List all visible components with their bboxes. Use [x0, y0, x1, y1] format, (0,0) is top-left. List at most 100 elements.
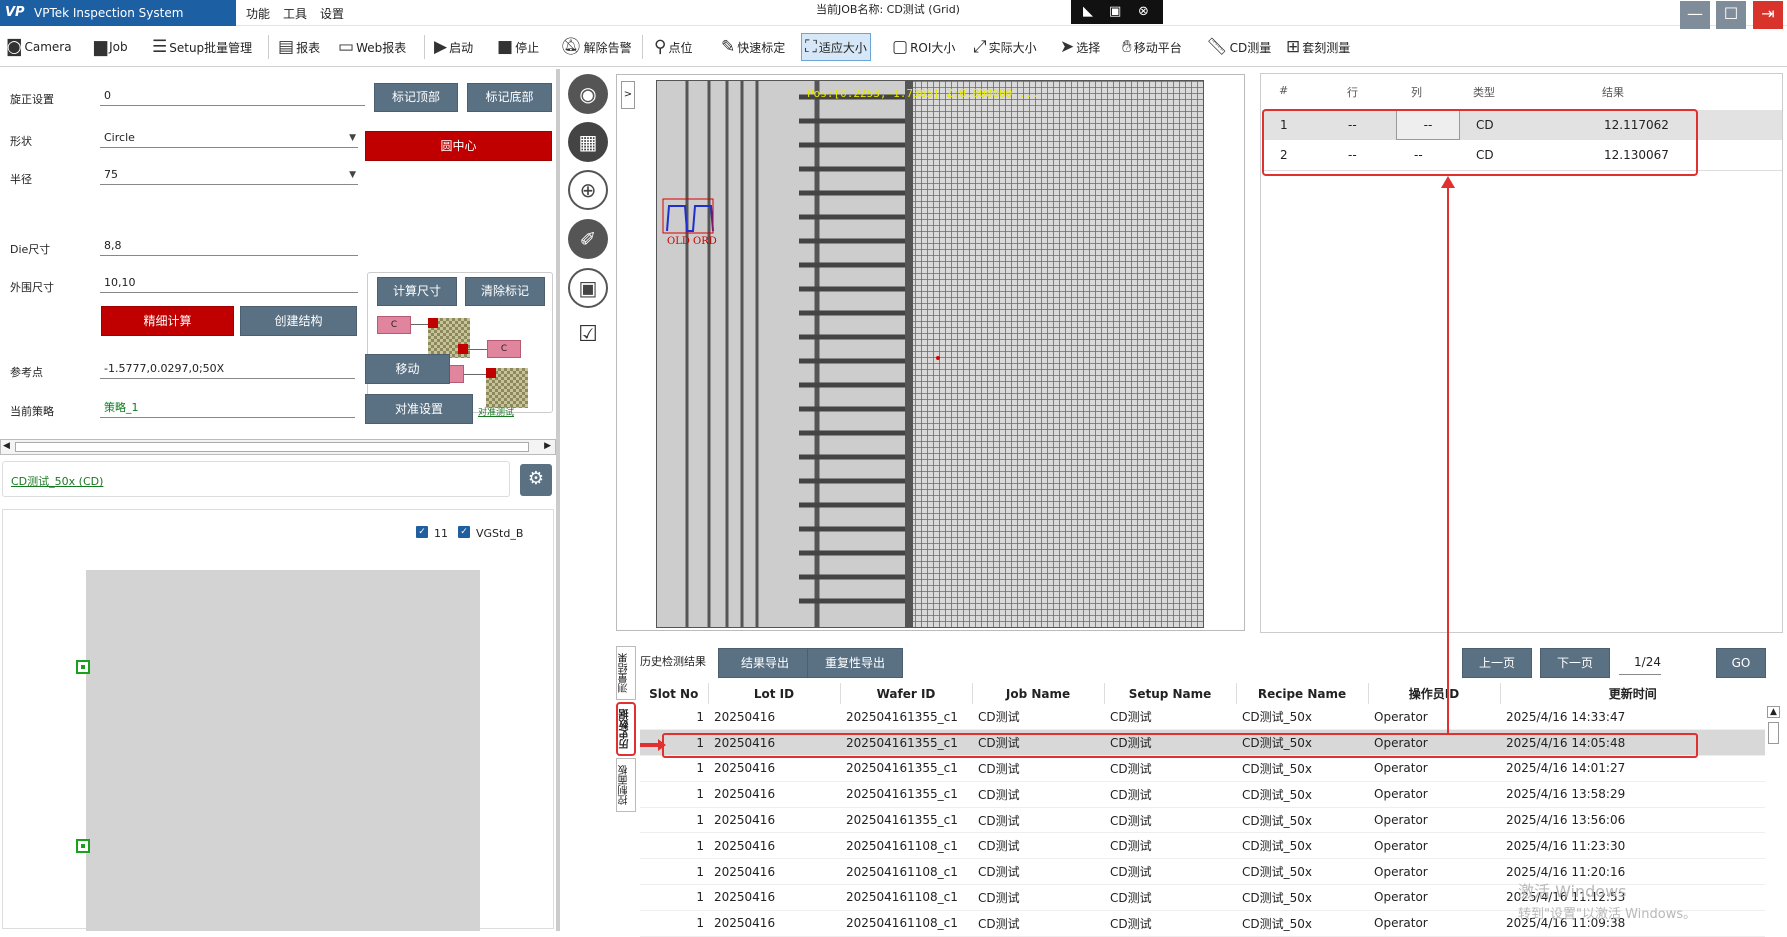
menu-tools[interactable]: 工具	[283, 5, 307, 22]
outer-size-input[interactable]: 10,10	[100, 273, 358, 293]
image-icon[interactable]: ▣	[568, 268, 608, 308]
job-button[interactable]: ▆ Job	[94, 33, 128, 61]
table-cell: 1	[640, 781, 708, 808]
corner-tag: C	[487, 340, 521, 358]
measure-tool-icon[interactable]: ✐	[568, 219, 608, 259]
scroll-left-icon[interactable]: ◀	[3, 441, 10, 451]
menu-function[interactable]: 功能	[246, 5, 270, 22]
grid-search-icon[interactable]: ⊕	[568, 170, 608, 210]
point-button[interactable]: ⚲ 点位	[654, 33, 692, 61]
rotation-input[interactable]: 0	[100, 86, 365, 106]
cd-measure-button[interactable]: 📏︎ CD测量	[1206, 33, 1271, 61]
app-title-area: VP VPTek Inspection System 4.3.8.9228	[0, 0, 236, 46]
screen-icon[interactable]: ▣	[1109, 4, 1121, 19]
profile-label: OLD ORD	[667, 236, 717, 247]
recipe-link[interactable]: CD测试_50x (CD)	[11, 473, 103, 489]
page-number-input[interactable]: 1/24	[1619, 650, 1661, 675]
refresh-settings-button[interactable]: ⚙	[520, 464, 552, 496]
exit-button[interactable]: ⇥	[1753, 1, 1783, 29]
move-button[interactable]: 移动	[365, 354, 450, 384]
calc-size-button[interactable]: 计算尺寸	[377, 277, 457, 306]
radius-select[interactable]: 75 ▼	[100, 165, 358, 185]
scroll-right-icon[interactable]: ▶	[544, 441, 551, 451]
radius-label: 半径	[10, 173, 32, 186]
camera-button[interactable]: ◙ Camera	[6, 33, 72, 61]
table-row[interactable]: 1 20250416 202504161355_c1 CD测试 CD测试 CD测试_50x…	[640, 755, 1765, 782]
table-row[interactable]: 1 20250416 202504161355_c1 CD测试 CD测试 CD测试_50x…	[640, 807, 1765, 834]
table-cell: Operator	[1368, 884, 1500, 911]
scrollbar-thumb[interactable]	[15, 442, 529, 452]
shape-select[interactable]: Circle ▼	[100, 128, 358, 148]
pin-icon[interactable]: ◣	[1083, 4, 1093, 19]
vgstd-b-checkbox[interactable]: ✓	[458, 526, 470, 538]
move-stage-button[interactable]: ✋︎ 移动平台	[1122, 33, 1182, 61]
align-setup-button[interactable]: 对准设置	[365, 394, 473, 424]
table-row[interactable]: 1 20250416 202504161355_c1 CD测试 CD测试 CD测试_50x…	[640, 704, 1765, 731]
circle-center-button[interactable]: 圆中心	[365, 131, 552, 161]
alignment-marker[interactable]	[76, 839, 90, 853]
go-button[interactable]: GO	[1716, 648, 1766, 678]
recipe-link-box: CD测试_50x (CD)	[2, 461, 510, 497]
mark-bottom-button[interactable]: 标记底部	[467, 83, 552, 112]
clear-alarm-button[interactable]: 🔕︎ 解除告警	[560, 33, 632, 61]
tab-history-data[interactable]: 历史数据	[616, 702, 636, 756]
result-highlight-box	[1262, 109, 1698, 176]
clear-mark-button[interactable]: 清除标记	[465, 277, 545, 306]
table-cell: 202504161355_c1	[840, 704, 972, 731]
scrollbar-thumb[interactable]	[1768, 722, 1779, 744]
ref-point-input[interactable]: -1.5777,0.0297,0;50X	[100, 359, 355, 379]
export-results-button[interactable]: 结果导出	[718, 648, 812, 678]
crosshair-dot	[936, 356, 940, 360]
mark-top-button[interactable]: 标记顶部	[374, 83, 458, 112]
minimize-button[interactable]: —	[1680, 1, 1710, 29]
create-structure-button[interactable]: 创建结构	[240, 306, 357, 336]
tab-control-panel[interactable]: 控制面板	[616, 758, 636, 812]
table-row[interactable]: 1 20250416 202504161355_c1 CD测试 CD测试 CD测试_50x…	[640, 781, 1765, 808]
web-report-button[interactable]: ▭ Web报表	[338, 33, 406, 61]
strategy-input[interactable]: 策略_1	[100, 398, 355, 418]
table-row[interactable]: 1 20250416 202504161108_c1 CD测试 CD测试 CD测试_50x…	[640, 832, 1765, 860]
toolbar-divider	[424, 35, 425, 59]
fit-size-button[interactable]: ⛶ 适应大小	[801, 33, 871, 61]
table-cell: 20250416	[708, 832, 840, 860]
prev-page-button[interactable]: 上一页	[1462, 648, 1532, 678]
main-toolbar: ◙ Camera ▆ Job ☰ Setup批量管理 ▤ 报表 ▭ Web报表 ▶ 启动 ■…	[0, 29, 1787, 67]
grid-globe-icon[interactable]: ▦	[568, 122, 608, 162]
report-button[interactable]: ▤ 报表	[278, 33, 320, 61]
connector-line	[464, 374, 486, 375]
align-test-link[interactable]: 对准测试	[478, 405, 514, 418]
table-cell: CD测试	[1104, 704, 1236, 731]
vgstd-b-label: VGStd_B	[476, 527, 524, 540]
close-circle-icon[interactable]: ⊗	[1138, 4, 1149, 19]
tab-measure-result[interactable]: 测量结果	[616, 646, 636, 700]
quick-calib-button[interactable]: ✎ 快速标定	[721, 33, 785, 61]
repeat-export-button[interactable]: 重复性导出	[807, 648, 903, 678]
roi-size-button[interactable]: ▢ ROI大小	[892, 33, 955, 61]
alignment-marker[interactable]	[76, 660, 90, 674]
stop-button[interactable]: ■ 停止	[497, 33, 539, 61]
mark-point	[428, 318, 438, 328]
microscope-image[interactable]: Pos:[0.2253,-1.7365] Z:0.000000 ... OLD …	[656, 80, 1204, 628]
next-page-button[interactable]: 下一页	[1540, 648, 1610, 678]
image-viewer[interactable]: > Pos:[0.2253,-1.7365] Z:0.000000 ... OL…	[616, 74, 1245, 631]
horizontal-scrollbar[interactable]: ◀ ▶	[0, 439, 556, 455]
expand-panel-button[interactable]: >	[621, 81, 635, 109]
shape-value: Circle	[104, 131, 135, 144]
table-vertical-scrollbar[interactable]: ▲	[1766, 706, 1781, 746]
actual-size-button[interactable]: ⤢ 实际大小	[973, 33, 1037, 61]
start-button[interactable]: ▶ 启动	[434, 33, 473, 61]
overlay-measure-button[interactable]: ⊞ 套刻测量	[1286, 33, 1350, 61]
fine-calc-button[interactable]: 精细计算	[101, 306, 234, 336]
radius-value: 75	[104, 168, 118, 181]
layer-11-checkbox[interactable]: ✓	[416, 526, 428, 538]
table-cell: CD测试	[1104, 910, 1236, 937]
maximize-button[interactable]: ☐	[1716, 1, 1746, 29]
checklist-icon[interactable]: ☑	[568, 315, 608, 355]
menu-settings[interactable]: 设置	[320, 5, 344, 22]
wafer-map-area[interactable]	[86, 570, 480, 931]
select-button[interactable]: ➤ 选择	[1060, 33, 1100, 61]
die-size-input[interactable]: 8,8	[100, 236, 358, 256]
scroll-up-icon[interactable]: ▲	[1767, 706, 1780, 718]
snapshot-camera-icon[interactable]: ◉	[568, 74, 608, 114]
setup-batch-button[interactable]: ☰ Setup批量管理	[152, 33, 252, 61]
